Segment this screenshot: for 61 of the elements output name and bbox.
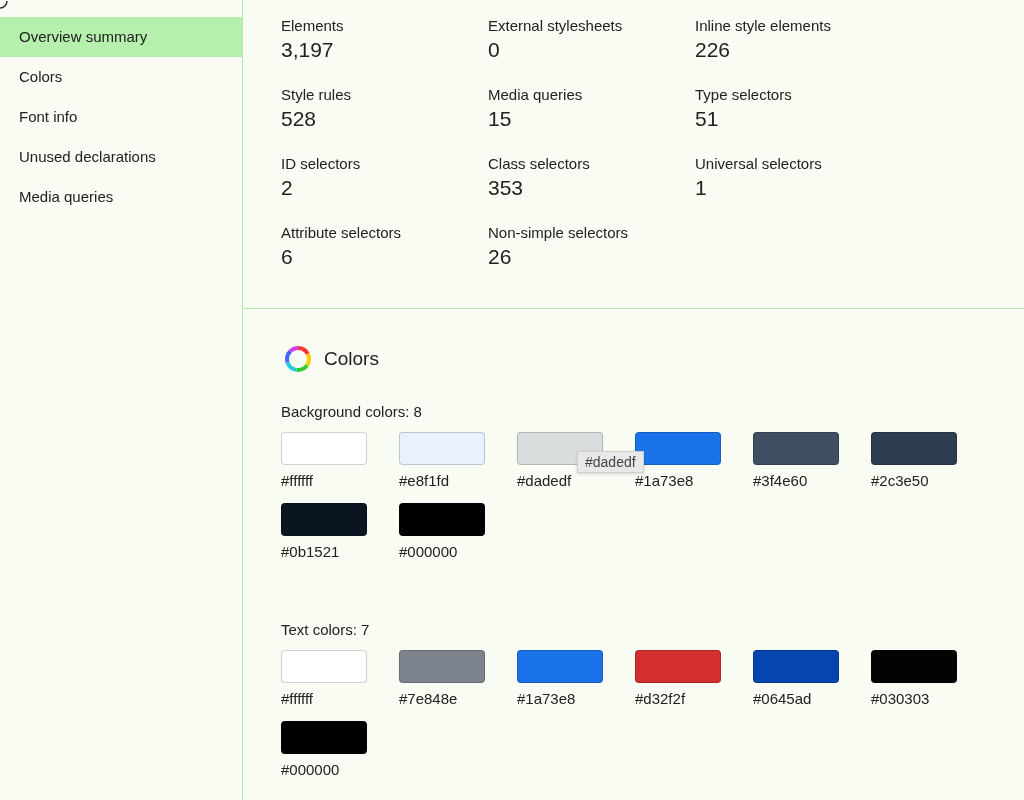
stat-value: 6 [281,244,293,270]
color-code: #7e848e [399,689,458,709]
stat-label: Type selectors [695,85,792,105]
stat-label: Universal selectors [695,154,822,174]
color-code: #e8f1fd [399,471,450,491]
stat-value: 0 [488,37,500,63]
color-swatch[interactable] [871,432,957,465]
color-code: #0645ad [753,689,812,709]
stat-label: Elements [281,16,344,36]
color-code: #030303 [871,689,930,709]
color-swatch[interactable] [281,503,367,536]
color-code: #ffffff [281,689,313,709]
stat-label: ID selectors [281,154,361,174]
stat-label: Style rules [281,85,352,105]
color-swatch[interactable] [281,721,367,754]
color-code: #ffffff [281,471,313,491]
color-wheel-icon [284,345,312,373]
stat-label: Non-simple selectors [488,223,629,243]
stat-label: Class selectors [488,154,590,174]
stat-label: Inline style elements [695,16,831,36]
stat-label: Attribute selectors [281,223,402,243]
color-swatch[interactable] [753,432,839,465]
stat-value: 26 [488,244,512,270]
color-swatch[interactable] [753,650,839,683]
stat-value: 528 [281,106,317,132]
color-swatch[interactable] [399,650,485,683]
tooltip: #dadedf [577,451,644,473]
color-code: #2c3e50 [871,471,929,491]
color-swatch[interactable] [635,432,721,465]
sidebar-item[interactable]: Unused declarations [0,137,242,177]
stat-label: External stylesheets [488,16,623,36]
color-code: #3f4e60 [753,471,808,491]
color-swatch[interactable] [517,650,603,683]
color-code: #0b1521 [281,542,340,562]
color-code: #1a73e8 [635,471,694,491]
color-swatch[interactable] [871,650,957,683]
color-swatch[interactable] [281,432,367,465]
section-title: Colors [324,348,379,370]
stat-value: 15 [488,106,512,132]
color-code: #d32f2f [635,689,686,709]
color-swatch[interactable] [281,650,367,683]
color-code: #1a73e8 [517,689,576,709]
group-heading: Text colors: 7 [281,620,370,640]
sidebar-item[interactable]: Overview summary [0,17,242,57]
stat-value: 3,197 [281,37,334,63]
sidebar-item[interactable]: Colors [0,57,242,97]
stat-value: 1 [695,175,707,201]
color-swatch[interactable] [399,503,485,536]
group-heading: Background colors: 8 [281,402,422,422]
stat-value: 2 [281,175,293,201]
color-swatch[interactable] [635,650,721,683]
color-swatch[interactable] [399,432,485,465]
color-code: #dadedf [517,471,572,491]
sidebar-item[interactable]: Font info [0,97,242,137]
stat-value: 226 [695,37,731,63]
stat-value: 51 [695,106,719,132]
sidebar-item[interactable]: Media queries [0,177,242,217]
color-code: #000000 [399,542,458,562]
stat-value: 353 [488,175,524,201]
color-code: #000000 [281,760,340,780]
stat-label: Media queries [488,85,583,105]
